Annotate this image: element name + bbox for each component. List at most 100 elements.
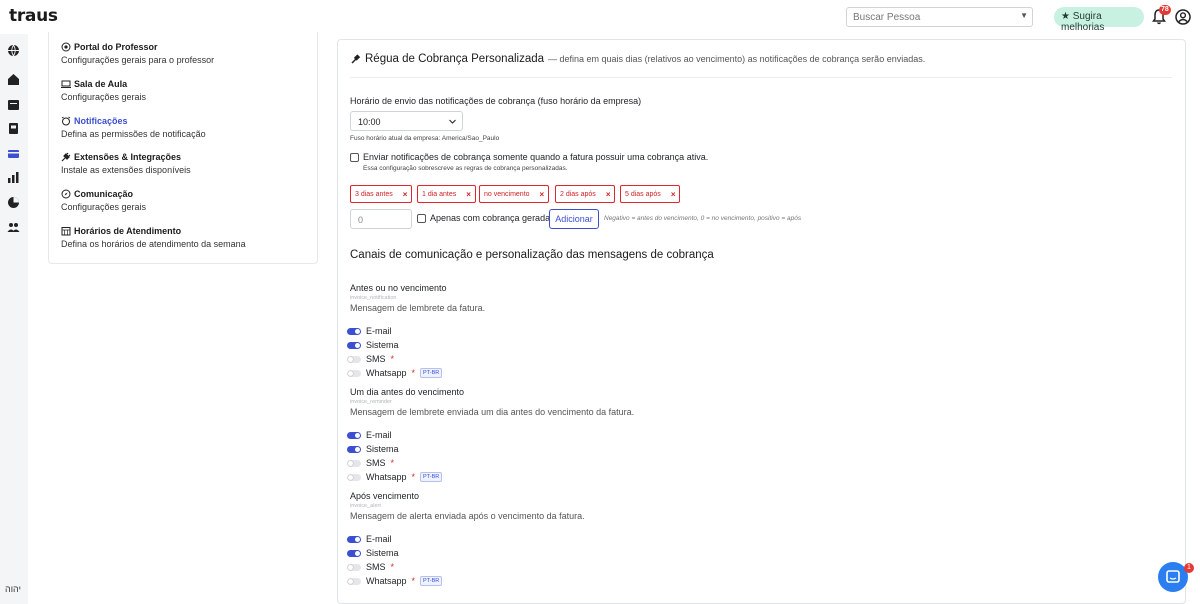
channel-row-system: Sistema xyxy=(347,444,399,454)
system-toggle[interactable] xyxy=(347,445,361,453)
nav-item-office-hours[interactable]: Horários de Atendimento Defina os horári… xyxy=(61,226,246,249)
sms-toggle[interactable] xyxy=(347,355,361,363)
send-time-label: Horário de envio das notificações de cob… xyxy=(350,96,642,106)
only-generated-checkbox[interactable] xyxy=(417,214,426,223)
nav-item-extensions[interactable]: Extensões & Integrações Instale as exten… xyxy=(61,152,191,175)
group-key: invoice_notification xyxy=(350,295,397,301)
app-logo[interactable]: traus xyxy=(9,6,58,26)
language-badge[interactable]: PT-BR xyxy=(420,368,443,378)
channel-row-sms: SMS * xyxy=(347,458,394,468)
globe-icon[interactable] xyxy=(7,44,20,57)
channel-row-system: Sistema xyxy=(347,548,399,558)
channel-row-sms: SMS * xyxy=(347,562,394,572)
sms-toggle[interactable] xyxy=(347,459,361,467)
group-title: Após vencimento xyxy=(350,491,420,501)
home-icon[interactable] xyxy=(7,73,20,86)
star-icon: ★ xyxy=(1061,11,1070,22)
laptop-icon xyxy=(61,80,71,88)
close-icon[interactable]: × xyxy=(540,190,545,199)
nav-item-desc: Defina os horários de atendimento da sem… xyxy=(61,239,246,249)
channel-label: Sistema xyxy=(366,340,399,350)
language-badge[interactable]: PT-BR xyxy=(420,576,443,586)
group-key: invoice_reminder xyxy=(350,399,392,405)
close-icon[interactable]: × xyxy=(403,190,408,199)
users-icon[interactable] xyxy=(7,221,20,234)
search-placeholder: Buscar Pessoa xyxy=(853,12,921,23)
channel-label: SMS xyxy=(366,458,386,468)
system-toggle[interactable] xyxy=(347,549,361,557)
chip-label: 3 dias antes xyxy=(355,190,393,198)
user-account-icon[interactable] xyxy=(1175,9,1191,25)
chevron-down-icon xyxy=(449,119,456,124)
top-bar: traus Buscar Pessoa ▼ ★ Sugira melhorias… xyxy=(0,0,1200,34)
add-rule-button[interactable]: Adicionar xyxy=(549,209,599,229)
nav-item-communication[interactable]: Comunicação Configurações gerais xyxy=(61,189,146,212)
pie-chart-icon[interactable] xyxy=(7,196,20,209)
required-mark: * xyxy=(390,458,395,468)
sms-toggle[interactable] xyxy=(347,563,361,571)
calendar-icon[interactable] xyxy=(7,98,20,111)
chip-label: 2 dias após xyxy=(560,190,596,198)
channel-row-whatsapp: Whatsapp * PT-BR xyxy=(347,576,443,586)
close-icon[interactable]: × xyxy=(606,190,611,199)
plug-icon xyxy=(61,152,71,162)
rule-chip: 1 dia antes × xyxy=(417,185,476,203)
email-toggle[interactable] xyxy=(347,535,361,543)
timezone-note: Fuso horário atual da empresa: America/S… xyxy=(350,135,500,142)
compass-icon xyxy=(61,189,71,199)
required-mark: * xyxy=(411,368,416,378)
channel-row-email: E-mail xyxy=(347,534,392,544)
active-only-checkbox[interactable] xyxy=(350,153,359,162)
book-icon[interactable] xyxy=(7,122,20,135)
calendar-grid-icon xyxy=(61,227,71,236)
required-mark: * xyxy=(390,562,395,572)
panel-header: Régua de Cobrança Personalizada — defina… xyxy=(350,53,925,65)
email-toggle[interactable] xyxy=(347,431,361,439)
whatsapp-toggle[interactable] xyxy=(347,577,361,585)
rule-chip: 2 dias após × xyxy=(555,185,616,203)
rule-chip: 5 dias após × xyxy=(620,185,681,203)
email-toggle[interactable] xyxy=(347,327,361,335)
side-rail: יהוה xyxy=(0,34,28,604)
nav-item-notifications[interactable]: Notificações Defina as permissões de not… xyxy=(61,116,206,139)
gavel-icon xyxy=(351,53,361,64)
channel-row-email: E-mail xyxy=(347,326,392,336)
channel-group: Após vencimento invoice_alert Mensagem d… xyxy=(350,491,585,521)
close-icon[interactable]: × xyxy=(466,190,471,199)
channel-row-system: Sistema xyxy=(347,340,399,350)
nav-item-teacher-portal[interactable]: Portal do Professor Configurações gerais… xyxy=(61,42,214,65)
offset-hint: Negativo = antes do vencimento, 0 = no v… xyxy=(604,215,802,222)
nav-item-desc: Defina as permissões de notificação xyxy=(61,129,206,139)
close-icon[interactable]: × xyxy=(671,190,676,199)
send-time-select[interactable]: 10:00 xyxy=(350,111,463,131)
whatsapp-toggle[interactable] xyxy=(347,369,361,377)
channel-row-whatsapp: Whatsapp * PT-BR xyxy=(347,368,443,378)
wallet-icon[interactable] xyxy=(7,147,20,160)
active-only-label: Enviar notificações de cobrança somente … xyxy=(363,152,709,162)
rail-bottom-text: יהוה xyxy=(5,584,21,594)
search-person-select[interactable]: Buscar Pessoa ▼ xyxy=(846,7,1033,27)
nav-item-title: Extensões & Integrações xyxy=(74,152,182,162)
chat-badge: 1 xyxy=(1184,563,1194,573)
channel-label: Sistema xyxy=(366,444,399,454)
suggest-improvements-button[interactable]: ★ Sugira melhorias xyxy=(1054,7,1144,33)
nav-item-desc: Configurações gerais para o professor xyxy=(61,55,215,65)
channel-group: Antes ou no vencimento invoice_notificat… xyxy=(350,283,485,313)
whatsapp-toggle[interactable] xyxy=(347,473,361,481)
nav-item-classroom[interactable]: Sala de Aula Configurações gerais xyxy=(61,79,146,102)
group-title: Um dia antes do vencimento xyxy=(350,387,465,397)
rule-chip: 3 dias antes × xyxy=(350,185,413,203)
chip-label: 1 dia antes xyxy=(422,190,457,198)
group-desc: Mensagem de alerta enviada após o vencim… xyxy=(350,511,585,521)
day-offset-input[interactable]: 0 xyxy=(350,209,412,229)
system-toggle[interactable] xyxy=(347,341,361,349)
language-badge[interactable]: PT-BR xyxy=(420,472,443,482)
nav-item-title: Sala de Aula xyxy=(74,79,128,89)
bar-chart-icon[interactable] xyxy=(7,171,20,184)
nav-item-title: Comunicação xyxy=(74,189,134,199)
group-title: Antes ou no vencimento xyxy=(350,283,447,293)
notifications-badge: 78 xyxy=(1159,5,1171,15)
required-mark: * xyxy=(390,354,395,364)
channel-row-whatsapp: Whatsapp * PT-BR xyxy=(347,472,443,482)
channel-label: E-mail xyxy=(366,326,392,336)
